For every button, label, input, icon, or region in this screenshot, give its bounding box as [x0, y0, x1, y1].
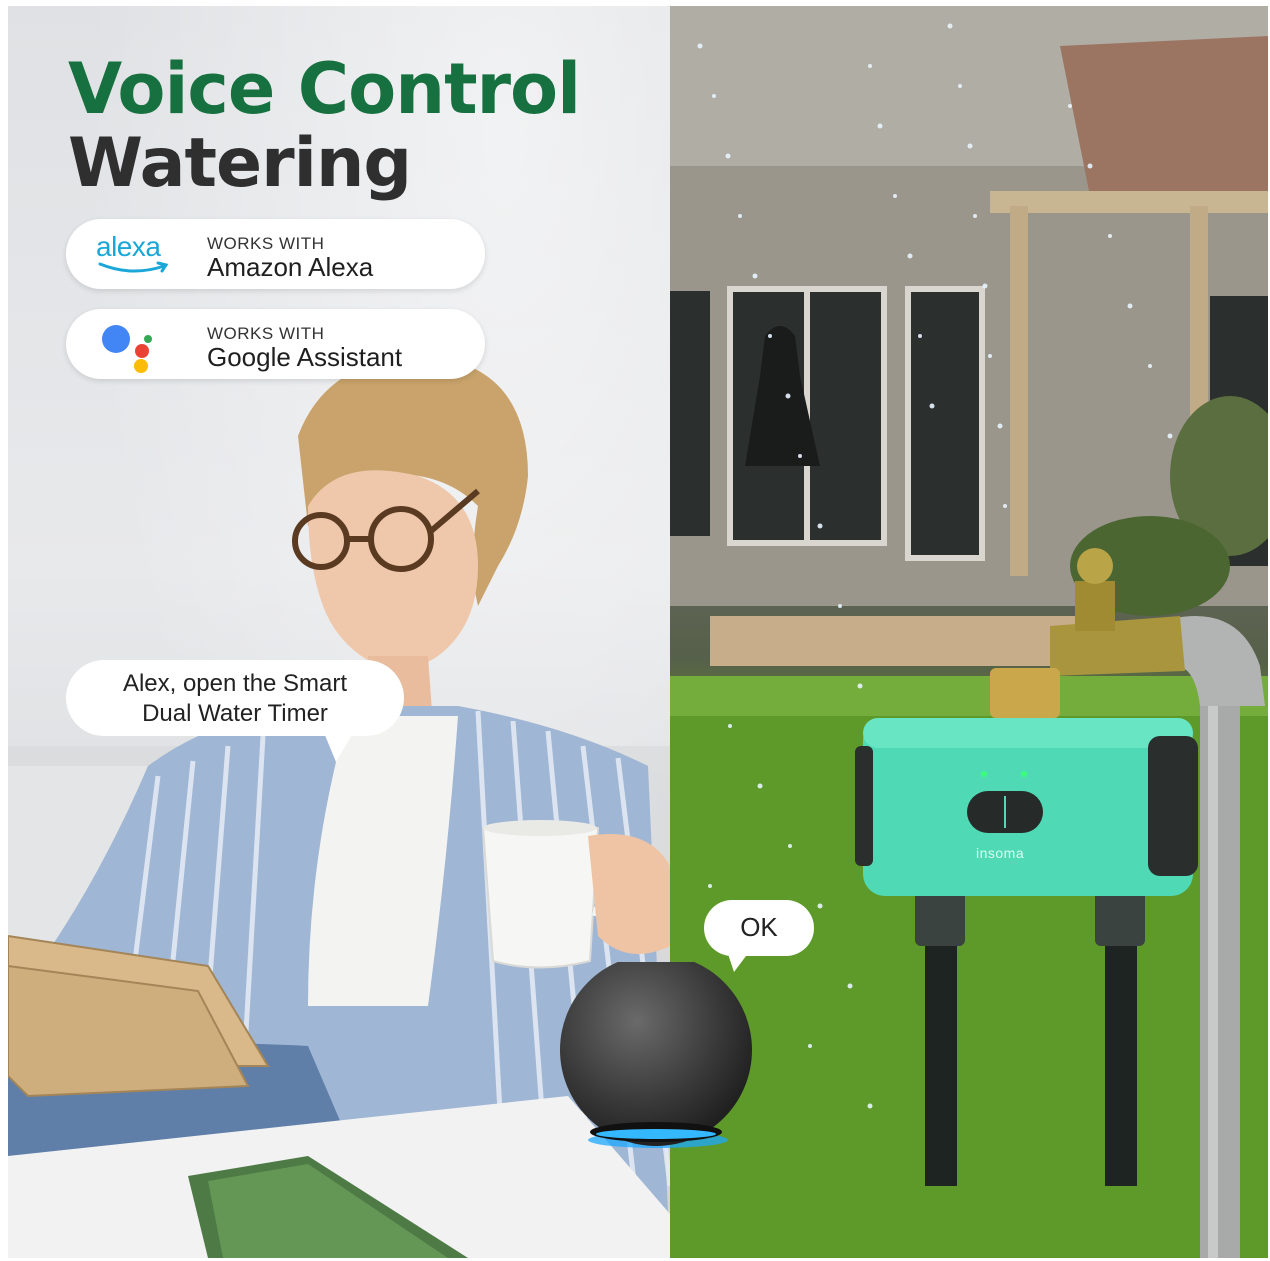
works-with-alexa-badge: alexa WORKS WITH Amazon Alexa — [66, 219, 485, 289]
voice-command-bubble: Alex, open the Smart Dual Water Timer — [66, 660, 404, 736]
google-badge-title: Google Assistant — [207, 342, 403, 372]
speech-bubble-tail — [726, 948, 752, 972]
alexa-logo-text: alexa — [96, 231, 161, 262]
right-photo-scene — [670, 6, 1268, 1258]
google-assistant-logo-icon — [102, 325, 152, 373]
water-timer-device — [855, 718, 1198, 896]
alexa-badge-caption: WORKS WITH — [207, 234, 325, 253]
product-banner: Voice Control Watering alexa WORKS WITH … — [0, 0, 1270, 1261]
echo-dot-speaker — [560, 962, 752, 1148]
google-badge-caption: WORKS WITH — [207, 324, 325, 343]
headline-line-1: Voice Control — [68, 48, 581, 130]
reply-text: OK — [740, 912, 778, 942]
voice-command-line-1: Alex, open the Smart — [122, 670, 348, 697]
alexa-logo-icon: alexa — [96, 231, 172, 277]
alexa-badge-title: Amazon Alexa — [207, 252, 374, 282]
garden-illustration — [670, 6, 1268, 1258]
speech-bubble-tail — [322, 728, 356, 762]
works-with-google-badge: WORKS WITH Google Assistant — [66, 309, 485, 379]
reply-bubble: OK — [704, 900, 814, 956]
headline-line-2: Watering — [68, 124, 412, 203]
device-brand-label: insoma — [976, 845, 1025, 861]
voice-command-line-2: Dual Water Timer — [142, 700, 328, 727]
